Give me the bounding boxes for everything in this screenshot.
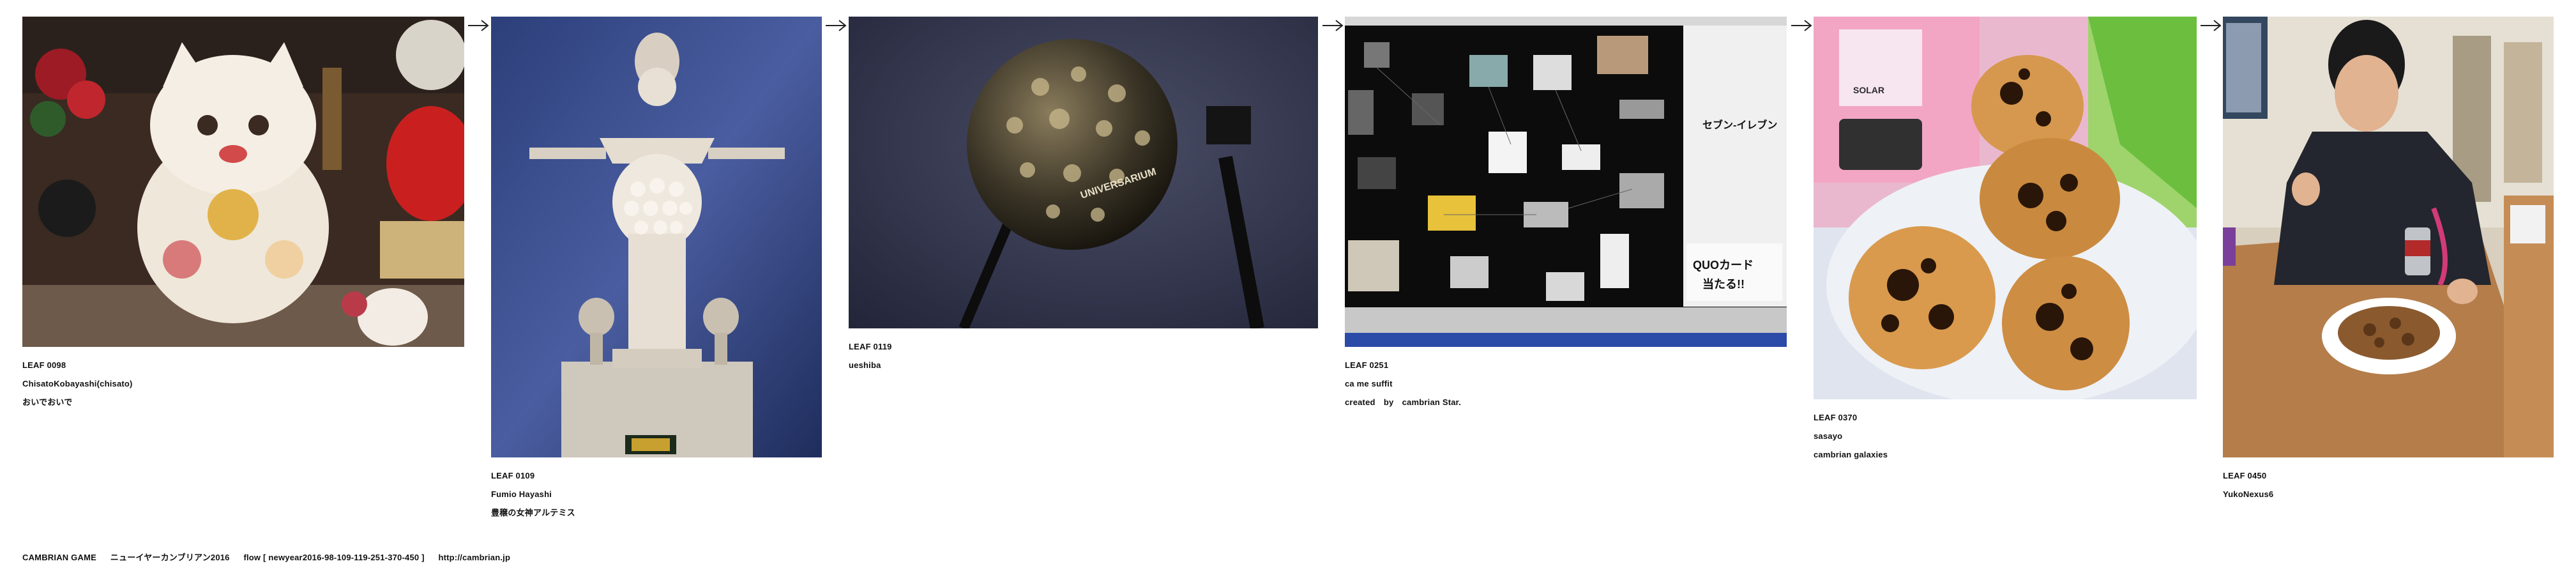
leaf-id: LEAF 0119 — [849, 342, 892, 351]
leaf-author[interactable]: ChisatoKobayashi(chisato) — [22, 374, 464, 393]
leaf-id: LEAF 0098 — [22, 360, 66, 370]
leaf-card-0450[interactable]: LEAF 0450 YukoNexus6 — [2223, 17, 2554, 503]
leaf-photo-artemis[interactable] — [491, 17, 822, 457]
arrow-right-icon — [467, 19, 489, 32]
arrow-right-icon — [2200, 19, 2222, 32]
leaf-photo-lucky-cat[interactable] — [22, 17, 464, 347]
arrow-right-icon — [1791, 19, 1812, 32]
leaf-id: LEAF 0450 — [2223, 471, 2267, 480]
footer-url-link[interactable]: http://cambrian.jp — [438, 553, 510, 562]
leaf-author[interactable]: YukoNexus6 — [2223, 485, 2554, 503]
screen-title-text: セブン-イレブン — [1702, 119, 1777, 131]
leaf-id: LEAF 0370 — [1814, 413, 1858, 422]
leaf-author[interactable]: ca me suffit — [1345, 374, 1787, 393]
arrow-right-icon — [1322, 19, 1344, 32]
leaf-note: 豊穣の女神アルテミス — [491, 508, 575, 518]
footer-game-title: CAMBRIAN GAME — [22, 553, 96, 562]
leaf-author[interactable]: sasayo — [1814, 427, 2197, 445]
leaf-author[interactable]: Fumio Hayashi — [491, 485, 822, 503]
leaf-photo-meal[interactable] — [2223, 17, 2554, 457]
leaf-note: おいでおいで — [22, 397, 73, 407]
screen-card-text: QUOカード — [1693, 259, 1754, 272]
screen-card2-text: 当たる!! — [1702, 277, 1745, 291]
footer-event-name: ニューイヤーカンブリアン2016 — [110, 553, 230, 562]
leaf-photo-planetarium[interactable]: UNIVERSARIUM — [849, 17, 1318, 328]
leaf-author[interactable]: ueshiba — [849, 356, 1318, 374]
leaf-note: cambrian galaxies — [1814, 450, 1888, 459]
leaf-card-0370[interactable]: SOLAR LEAF 0370 sasayo cambrian galaxies — [1814, 17, 2197, 464]
leaf-card-0109[interactable]: LEAF 0109 Fumio Hayashi 豊穣の女神アルテミス — [491, 17, 822, 522]
leaf-id: LEAF 0251 — [1345, 360, 1389, 370]
leaf-photo-eggs[interactable]: SOLAR — [1814, 17, 2197, 399]
arrow-right-icon — [825, 19, 847, 32]
leaf-note: created by cambrian Star. — [1345, 397, 1462, 407]
sticker-text: SOLAR — [1853, 85, 1884, 95]
leaf-photo-screen[interactable]: セブン-イレブン QUOカード 当たる!! — [1345, 17, 1787, 347]
footer-flow: flow [ newyear2016-98-109-119-251-370-45… — [243, 553, 425, 562]
leaf-card-0119[interactable]: UNIVERSARIUM LEAF 0119 ueshiba — [849, 17, 1318, 374]
leaf-id: LEAF 0109 — [491, 471, 535, 480]
leaf-card-0251[interactable]: セブン-イレブン QUOカード 当たる!! LEAF 0251 ca me su… — [1345, 17, 1787, 411]
footer-bar: CAMBRIAN GAME ニューイヤーカンブリアン2016 flow [ ne… — [22, 551, 522, 563]
leaf-card-0098[interactable]: LEAF 0098 ChisatoKobayashi(chisato) おいでお… — [22, 17, 464, 411]
